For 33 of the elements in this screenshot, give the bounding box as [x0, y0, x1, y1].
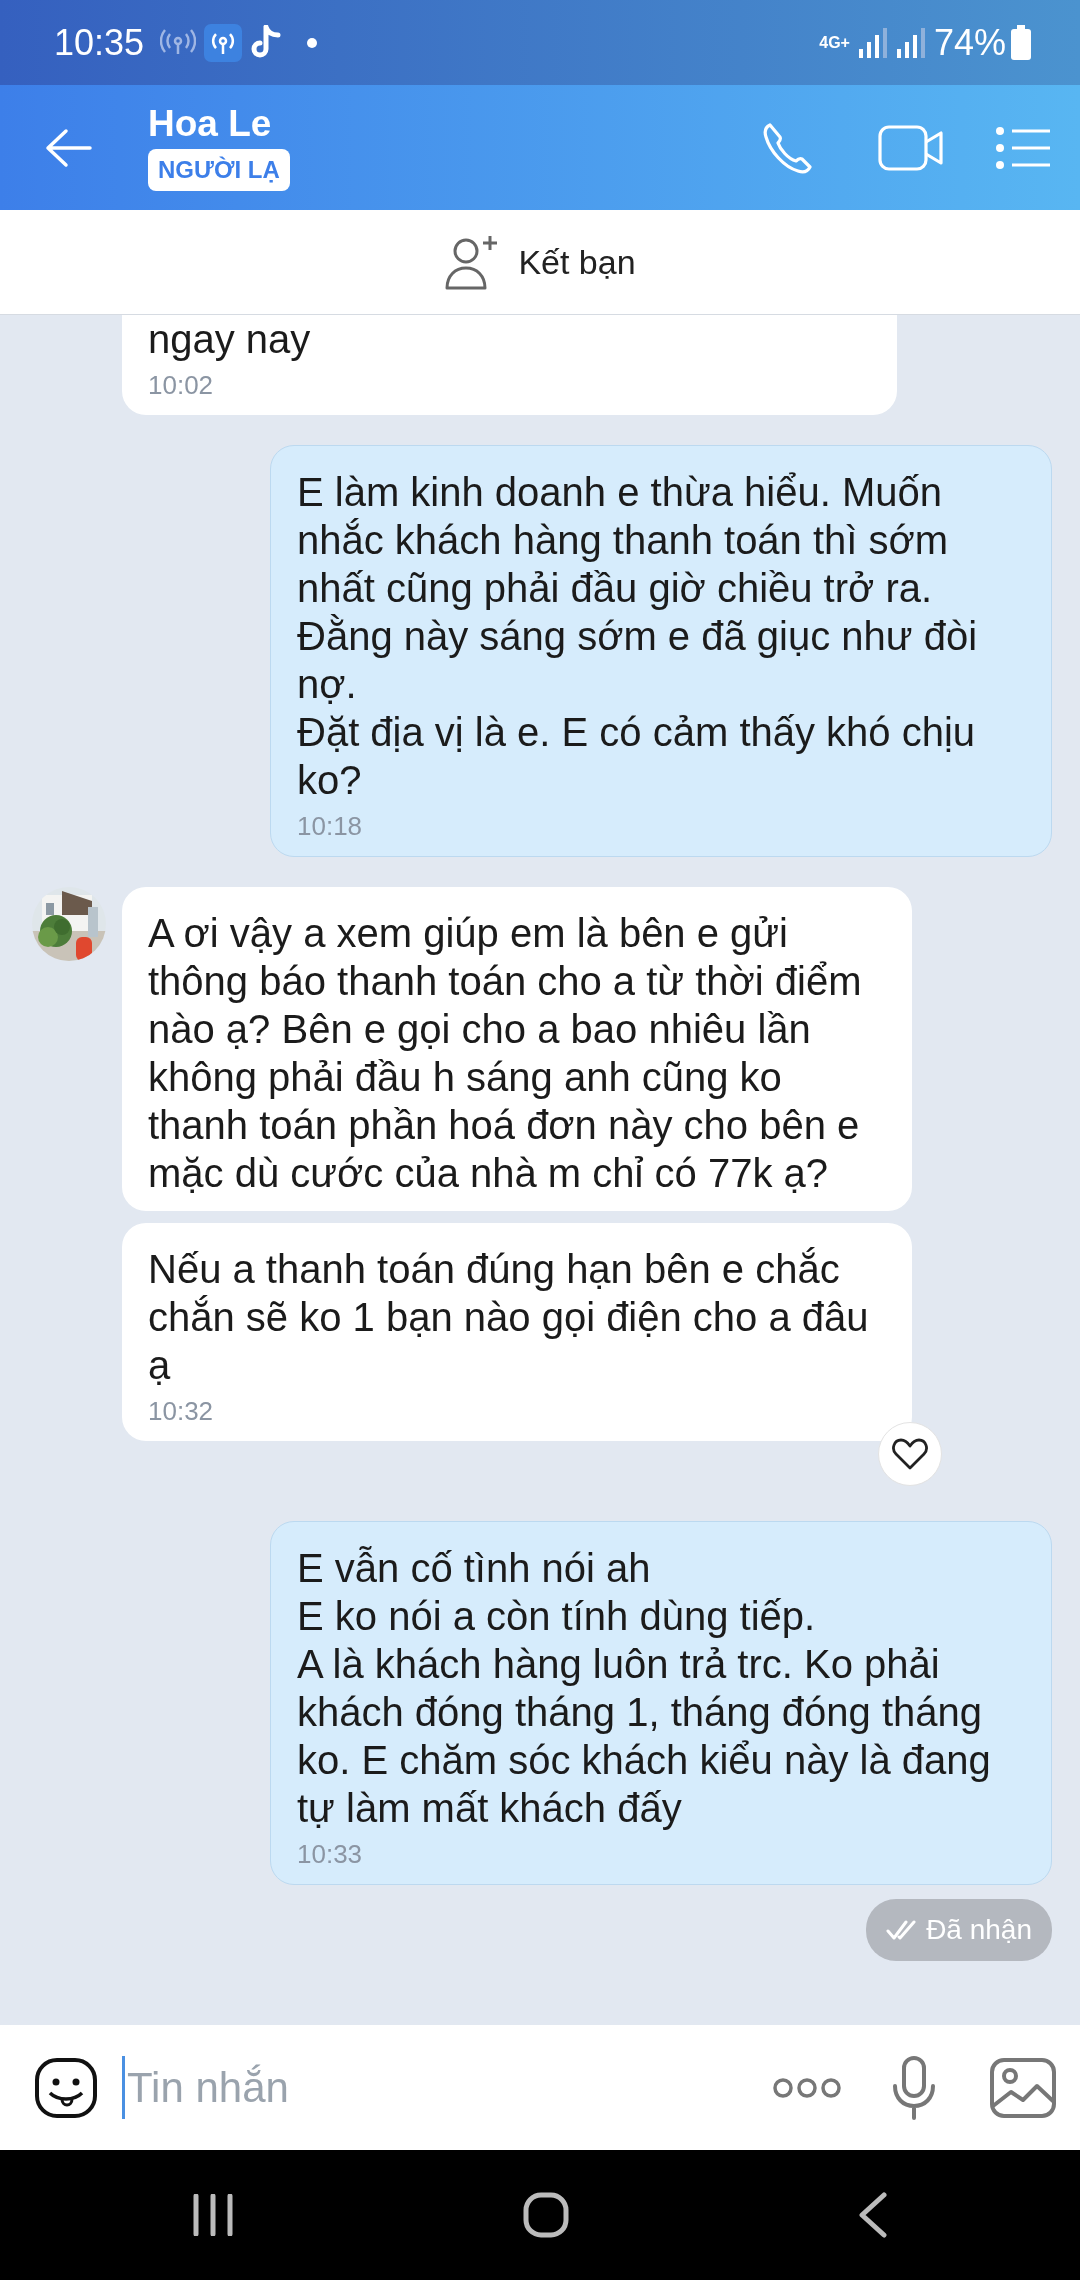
- battery-percent: 74%: [933, 20, 1006, 65]
- message-text: Nếu a thanh toán đúng hạn bên e chắc chắn sẽ ko 1 bạn nào gọi điện cho a đâu ạ: [148, 1247, 869, 1387]
- network-type: 4G+: [819, 34, 850, 51]
- back-arrow-icon[interactable]: [44, 127, 92, 168]
- message-time: 10:32: [148, 1395, 215, 1427]
- message-time: 10:33: [297, 1838, 364, 1870]
- more-icon[interactable]: [772, 2075, 842, 2100]
- microphone-icon[interactable]: [892, 2055, 936, 2120]
- status-time: 10:35: [54, 20, 145, 65]
- add-friend-button[interactable]: Kết bạn: [444, 234, 636, 290]
- message-text: A ơi vậy a xem giúp em là bên e gửi thông báo thanh toán cho a từ thời điểm nào ạ? Bên e gọi cho a bao nhiêu lần không phải đầu h sáng anh cũng ko thanh toán phần hoá đơn này cho bên e mặc dù cước của nhà m chỉ có 77k ạ?: [148, 911, 862, 1195]
- recent-apps-icon[interactable]: [192, 2194, 235, 2236]
- dot-icon: [306, 36, 319, 49]
- signal-icon: [857, 26, 888, 59]
- contact-name: Hoa Le: [148, 104, 273, 145]
- message-text: ngay nay: [148, 317, 311, 361]
- menu-icon[interactable]: [996, 126, 1050, 169]
- home-icon[interactable]: [523, 2192, 569, 2238]
- stranger-badge: NGƯỜI LẠ: [148, 148, 290, 191]
- battery-icon: [1010, 24, 1032, 61]
- message-time: 10:18: [297, 810, 364, 842]
- message-input[interactable]: Tin nhắn: [122, 2056, 772, 2119]
- signal-icon: [895, 26, 926, 59]
- message-time: 10:02: [148, 369, 215, 401]
- message-text: E làm kinh doanh e thừa hiểu. Muốn nhắc khách hàng thanh toán thì sớm nhất cũng phải đầu giờ chiều trở ra. Đằng này sáng sớm e đã giục như đòi nợ. Đặt địa vị là e. E có cảm thấy khó chịu ko?: [297, 470, 978, 802]
- message-text: E vẫn cố tình nói ah E ko nói a còn tính dùng tiếp. A là khách hàng luôn trả trc. Ko phải khách đóng tháng 1, tháng đóng tháng ko. E chăm sóc khách kiểu này là đang tự làm mất khách đấy: [297, 1546, 991, 1830]
- heart-icon: [892, 1438, 928, 1470]
- image-icon[interactable]: [990, 2057, 1056, 2118]
- sticker-icon[interactable]: [34, 2056, 98, 2119]
- hotspot-icon: [204, 23, 243, 62]
- delivery-status: Đã nhận: [866, 1899, 1052, 1961]
- back-icon[interactable]: [857, 2192, 888, 2238]
- video-call-icon[interactable]: [878, 124, 944, 171]
